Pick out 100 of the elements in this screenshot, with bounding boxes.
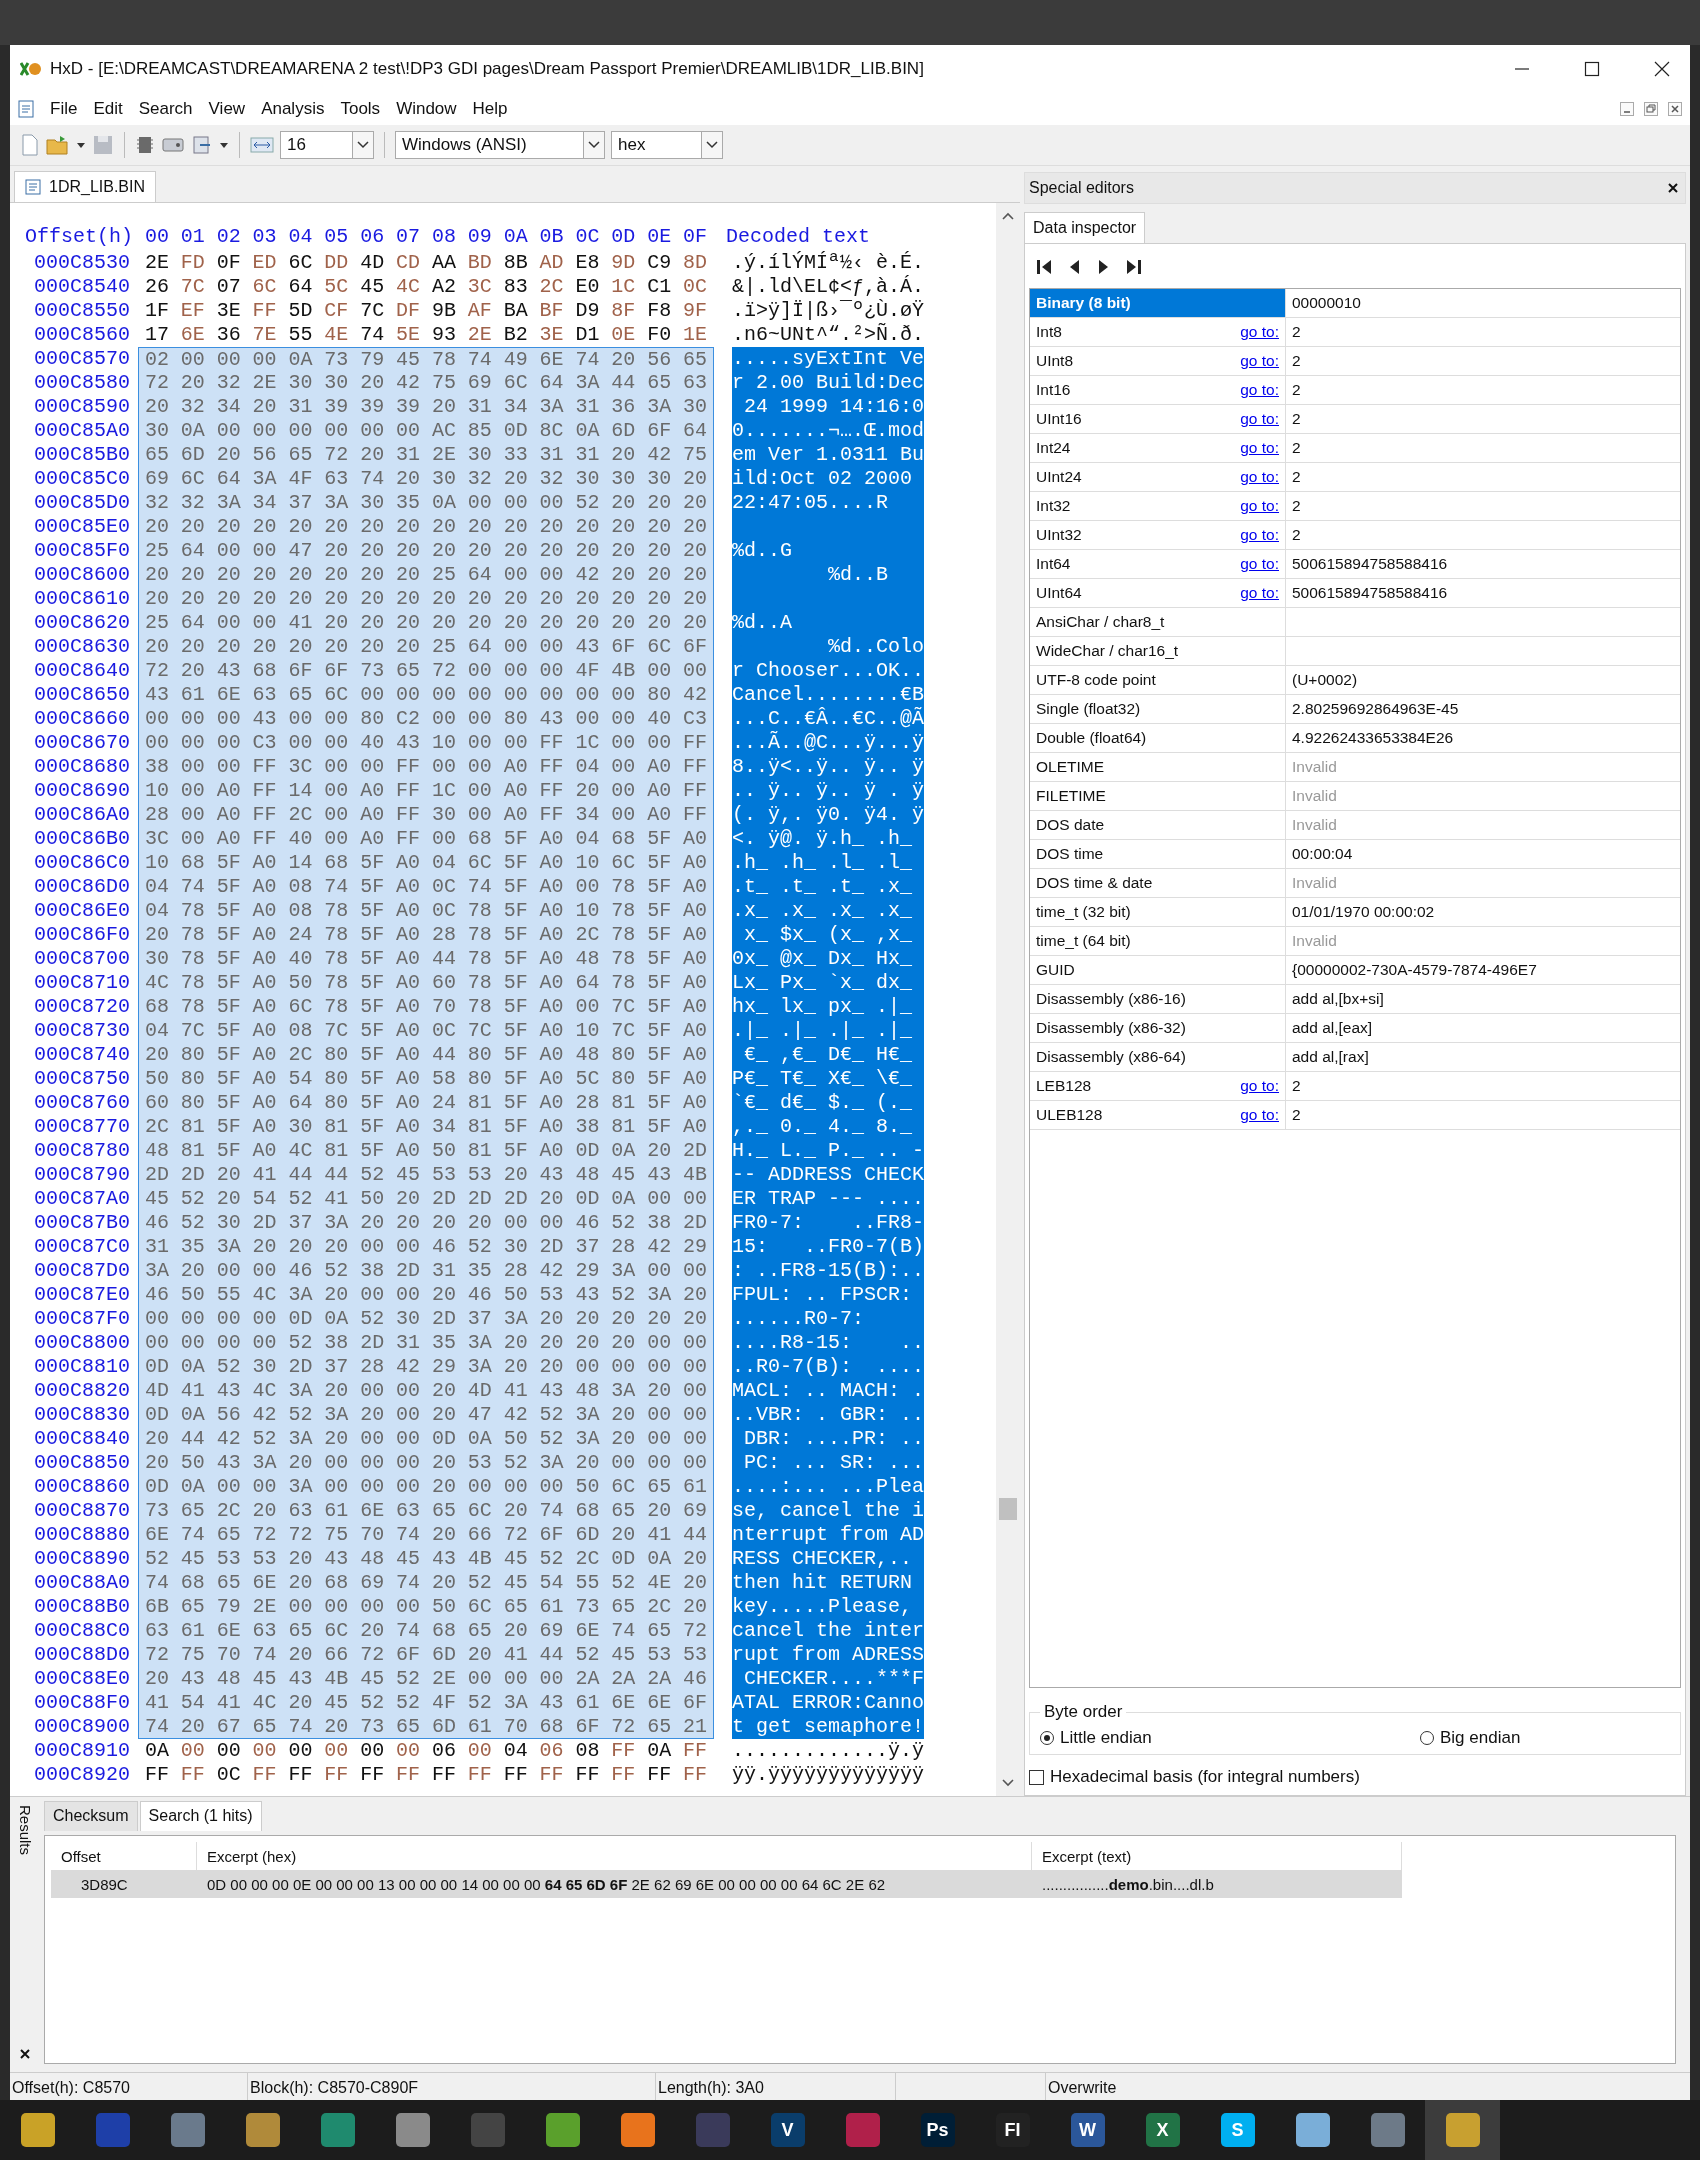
hex-bytes-row[interactable]: 20 78 5F A0 24 78 5F A0 28 78 5F A0 2C 78 5F A0 — [138, 923, 714, 947]
hex-byte[interactable]: 20 — [174, 1259, 211, 1283]
hex-byte[interactable]: 20 — [246, 515, 283, 539]
hex-byte[interactable]: 14 — [282, 851, 319, 875]
hex-byte[interactable]: 50 — [174, 1451, 211, 1475]
hex-byte[interactable]: A0 — [533, 851, 570, 875]
hex-byte[interactable]: 6F — [677, 635, 713, 659]
hex-byte[interactable]: 65 — [174, 1595, 211, 1619]
hex-byte[interactable]: 20 — [497, 1163, 534, 1187]
hex-byte[interactable]: A0 — [533, 1115, 570, 1139]
decoded-text[interactable]: cancel the inter — [732, 1619, 924, 1643]
hex-byte[interactable]: FF — [677, 779, 713, 803]
hex-byte[interactable]: F0 — [641, 323, 678, 347]
hex-byte[interactable]: 00 — [461, 779, 498, 803]
hex-byte[interactable]: 45 — [605, 1163, 642, 1187]
taskbar-button[interactable]: X — [1125, 2100, 1200, 2160]
hex-byte[interactable]: 00 — [210, 539, 247, 563]
inspector-row[interactable]: Disassembly (x86-16) add al,[bx+si] — [1030, 985, 1680, 1014]
hex-byte[interactable]: 50 — [174, 1283, 211, 1307]
decoded-text[interactable]: €_ ,€_ D€_ H€_ — [732, 1043, 924, 1067]
hex-byte[interactable]: 5F — [354, 995, 391, 1019]
hex-byte[interactable]: 75 — [174, 1643, 211, 1667]
hex-bytes-row[interactable]: 41 54 41 4C 20 45 52 52 4F 52 3A 43 61 6E 6E 6F — [138, 1691, 714, 1715]
hex-byte[interactable]: 78 — [174, 899, 211, 923]
hex-byte[interactable]: 6C — [174, 467, 211, 491]
hex-byte[interactable]: 00 — [497, 683, 534, 707]
hex-byte[interactable]: 5F — [210, 1043, 247, 1067]
hex-byte[interactable]: FF — [641, 1763, 678, 1787]
file-tab[interactable]: 1DR_LIB.BIN — [14, 171, 157, 202]
hex-byte[interactable]: 20 — [533, 611, 570, 635]
hex-byte[interactable]: 75 — [426, 371, 462, 395]
hex-byte[interactable]: 78 — [605, 947, 642, 971]
hex-byte[interactable]: 5F — [210, 1067, 247, 1091]
hex-byte[interactable]: A0 — [533, 1019, 570, 1043]
hex-byte[interactable]: 29 — [569, 1259, 606, 1283]
hex-byte[interactable]: 78 — [318, 995, 355, 1019]
menu-item[interactable]: Help — [472, 99, 508, 119]
hex-byte[interactable]: 00 — [354, 1451, 391, 1475]
hex-byte[interactable]: 2E — [246, 1595, 283, 1619]
hex-byte[interactable]: A0 — [390, 899, 426, 923]
hex-byte[interactable]: 80 — [461, 1067, 498, 1091]
taskbar-button[interactable]: W — [1050, 2100, 1125, 2160]
hex-byte[interactable]: 00 — [390, 1379, 426, 1403]
hex-bytes-row[interactable]: 20 20 20 20 20 20 20 20 25 64 00 00 42 20 20 20 — [138, 563, 714, 587]
hex-byte[interactable]: 65 — [246, 1715, 283, 1738]
hex-byte[interactable]: 00 — [677, 1331, 713, 1355]
decoded-text[interactable]: .|_ .|_ .|_ .|_ — [732, 1019, 924, 1043]
hex-byte[interactable]: 20 — [569, 779, 606, 803]
hex-byte[interactable]: 69 — [139, 467, 175, 491]
hex-byte[interactable]: 45 — [174, 1547, 211, 1571]
taskbar-button[interactable]: FI — [975, 2100, 1050, 2160]
hex-byte[interactable]: A0 — [390, 851, 426, 875]
hex-byte[interactable]: 20 — [390, 515, 426, 539]
hex-byte[interactable]: 61 — [677, 1475, 713, 1499]
hex-byte[interactable]: A0 — [497, 755, 534, 779]
hex-byte[interactable]: 38 — [139, 755, 175, 779]
hex-byte[interactable]: A0 — [533, 947, 570, 971]
hex-byte[interactable]: 5F — [641, 899, 678, 923]
decoded-text[interactable]: 0.......¬….Œ.mod — [732, 419, 924, 443]
hex-byte[interactable]: 10 — [569, 899, 606, 923]
hex-byte[interactable]: 6E — [605, 1691, 642, 1715]
hex-byte[interactable]: 20 — [533, 515, 570, 539]
hex-byte[interactable]: 0A — [605, 1139, 642, 1163]
hex-bytes-row[interactable]: 20 20 20 20 20 20 20 20 20 20 20 20 20 20 20 20 — [138, 587, 714, 611]
hex-byte[interactable]: 00 — [497, 635, 534, 659]
hex-byte[interactable]: 28 — [354, 1355, 391, 1379]
decoded-text[interactable]: H._ L._ P._ .. - — [732, 1139, 924, 1163]
hex-byte[interactable]: 73 — [354, 1715, 391, 1738]
hex-byte[interactable]: 20 — [605, 515, 642, 539]
hex-byte[interactable]: 6E — [174, 323, 211, 347]
hex-byte[interactable]: 20 — [354, 1211, 391, 1235]
hex-byte[interactable]: 31 — [390, 443, 426, 467]
hex-byte[interactable]: 00 — [605, 803, 642, 827]
hex-byte[interactable]: 66 — [461, 1523, 498, 1547]
hex-byte[interactable]: 73 — [318, 348, 355, 371]
menu-item[interactable]: Edit — [93, 99, 123, 119]
hex-byte[interactable]: 41 — [282, 611, 319, 635]
hex-bytes-row[interactable]: 04 78 5F A0 08 78 5F A0 0C 78 5F A0 10 78 5F A0 — [138, 899, 714, 923]
hex-byte[interactable]: 0D — [139, 1403, 175, 1427]
hex-bytes-row[interactable]: 2C 81 5F A0 30 81 5F A0 34 81 5F A0 38 81 5F A0 — [138, 1115, 714, 1139]
hex-byte[interactable]: 40 — [641, 707, 678, 731]
hex-byte[interactable]: 30 — [390, 1307, 426, 1331]
go-to-link[interactable]: go to: — [1240, 381, 1279, 399]
hex-byte[interactable]: 37 — [282, 491, 319, 515]
hex-byte[interactable]: 2C — [533, 275, 570, 299]
hex-byte[interactable]: 52 — [605, 1211, 642, 1235]
hex-byte[interactable]: 74 — [390, 1523, 426, 1547]
hex-byte[interactable]: 3A — [461, 1355, 498, 1379]
hex-byte[interactable]: 00 — [461, 1667, 498, 1691]
hex-bytes-row[interactable]: 4C 78 5F A0 50 78 5F A0 60 78 5F A0 64 78 5F A0 — [138, 971, 714, 995]
hex-byte[interactable]: A0 — [677, 851, 713, 875]
hex-byte[interactable]: 55 — [282, 323, 319, 347]
inspector-row[interactable]: Int32 go to: 2 — [1030, 492, 1680, 521]
hex-byte[interactable]: 04 — [139, 875, 175, 899]
hex-byte[interactable]: 00 — [282, 731, 319, 755]
hex-byte[interactable]: 3A — [533, 1451, 570, 1475]
hex-byte[interactable]: 00 — [390, 419, 426, 443]
decoded-text[interactable]: x_ $x_ (x_ ,x_ — [732, 923, 924, 947]
hex-byte[interactable]: A0 — [641, 755, 678, 779]
hex-byte[interactable]: 00 — [246, 1259, 283, 1283]
